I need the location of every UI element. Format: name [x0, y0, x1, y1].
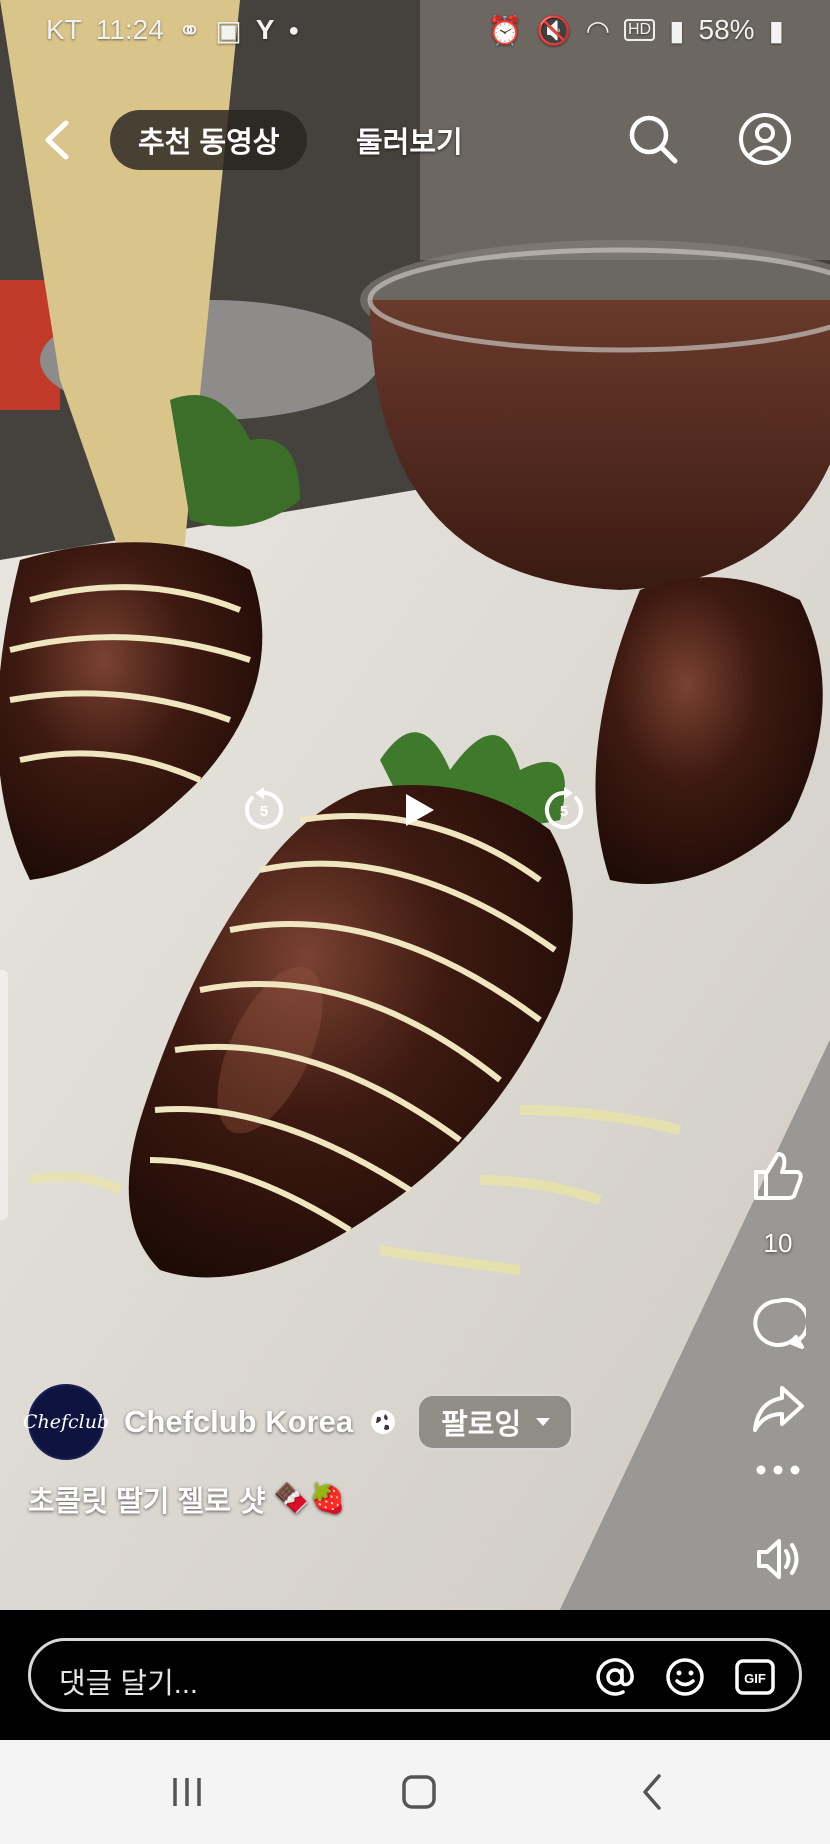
share-arrow-icon	[753, 1386, 804, 1432]
chevron-left-icon	[45, 120, 69, 160]
tab-label: 둘러보기	[356, 127, 463, 159]
tab-recommended-videos[interactable]: 추천 동영상	[110, 110, 308, 170]
more-options-button[interactable]	[745, 1460, 811, 1480]
emoji-button[interactable]	[663, 1655, 707, 1699]
play-button[interactable]	[378, 770, 458, 850]
hd-icon: HD	[624, 19, 656, 41]
rewind-icon: 5	[245, 787, 284, 829]
speaker-icon	[757, 1539, 799, 1579]
rewind-seconds: 5	[260, 803, 268, 820]
system-back-button[interactable]	[622, 1762, 682, 1822]
avatar-logo-text: Chefclub	[22, 1411, 110, 1433]
caption-emojis: 🍫🍓	[273, 1483, 346, 1515]
gif-icon: GIF	[735, 1659, 775, 1695]
tab-browse[interactable]: 둘러보기	[356, 110, 463, 170]
like-button[interactable]	[745, 1148, 811, 1204]
user-profile-icon	[739, 113, 791, 165]
smiley-icon	[666, 1658, 704, 1696]
alarm-icon: ⏰	[487, 14, 523, 46]
author-avatar[interactable]: Chefclub	[23, 1384, 109, 1460]
caret-down-icon	[536, 1418, 551, 1426]
profile-button[interactable]	[736, 110, 794, 168]
recent-apps-button[interactable]	[157, 1762, 217, 1822]
home-button[interactable]	[389, 1762, 449, 1822]
top-nav: 추천 동영상 둘러보기	[0, 100, 830, 180]
sound-toggle-button[interactable]	[745, 1534, 811, 1584]
battery-icon: ▮	[768, 14, 784, 46]
comment-button[interactable]	[745, 1296, 811, 1352]
side-drawer-handle[interactable]	[0, 970, 8, 1220]
caption-text: 초콜릿 딸기 젤로 샷	[28, 1486, 266, 1518]
globe-icon	[371, 1410, 396, 1434]
comment-placeholder: 댓글 달기...	[59, 1668, 198, 1700]
search-button[interactable]	[624, 110, 682, 168]
y-app-icon: Y	[255, 14, 275, 45]
battery-percent: 58%	[698, 14, 755, 45]
forward-seconds: 5	[560, 803, 568, 820]
recent-apps-icon	[173, 1778, 201, 1806]
at-sign-icon	[596, 1658, 634, 1696]
system-nav-bar	[0, 1740, 830, 1844]
link-icon: ⚭	[177, 14, 202, 46]
follow-label: 팔로잉	[441, 1409, 522, 1441]
app-notification-icon: ▣	[215, 14, 242, 46]
mute-icon: 🔇	[536, 14, 572, 46]
gif-label: GIF	[744, 1671, 766, 1686]
notification-dot-icon: ●	[288, 19, 300, 40]
play-icon	[406, 794, 434, 826]
status-bar: KT 11:24 ⚭ ▣ Y ● ⏰ 🔇 ◠ HD ▮ 58% ▮	[0, 0, 830, 60]
more-dots-icon	[756, 1465, 800, 1475]
following-button[interactable]: 팔로잉	[417, 1394, 574, 1450]
chevron-left-icon	[643, 1774, 661, 1810]
comment-bar: 댓글 달기... GIF	[0, 1610, 830, 1740]
share-button[interactable]	[745, 1380, 811, 1436]
signal-icon: ▮	[669, 14, 685, 46]
like-count: 10	[763, 1228, 793, 1258]
wifi-icon: ◠	[585, 14, 610, 46]
tab-label: 추천 동영상	[138, 127, 280, 159]
author-name[interactable]: Chefclub Korea	[124, 1404, 353, 1440]
comment-bubble-icon	[753, 1297, 806, 1349]
video-caption: 초콜릿 딸기 젤로 샷 🍫🍓	[28, 1478, 346, 1520]
thumbs-up-icon	[754, 1152, 803, 1200]
search-icon	[629, 115, 678, 164]
carrier-label: KT	[46, 14, 82, 45]
back-button[interactable]	[34, 112, 80, 168]
home-icon	[402, 1775, 436, 1809]
forward-5s-button[interactable]: 5	[524, 770, 604, 850]
mention-button[interactable]	[593, 1655, 637, 1699]
comment-input[interactable]: 댓글 달기... GIF	[28, 1638, 802, 1712]
author-row: Chefclub Chefclub Korea 팔로잉	[23, 1382, 574, 1462]
clock: 11:24	[95, 14, 164, 45]
forward-icon: 5	[544, 787, 583, 829]
rewind-5s-button[interactable]: 5	[224, 770, 304, 850]
gif-button[interactable]: GIF	[733, 1655, 777, 1699]
